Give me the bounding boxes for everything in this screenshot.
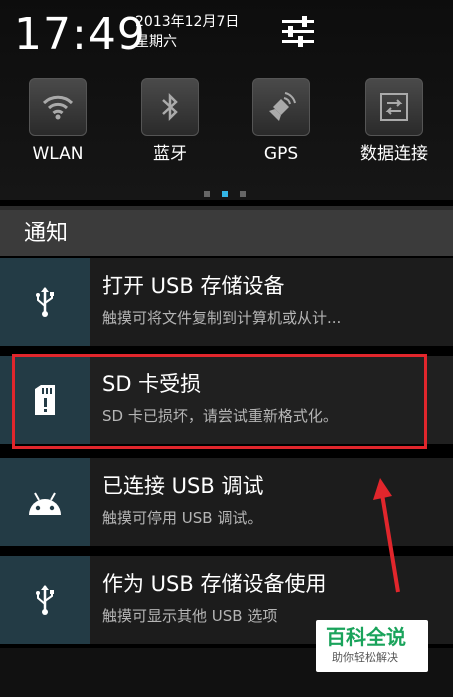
- quick-setting-label: 蓝牙: [153, 144, 187, 164]
- watermark-logo: 百科全说 助你轻松解决: [316, 620, 428, 672]
- notification-separator: [0, 452, 453, 454]
- settings-button[interactable]: [278, 14, 318, 50]
- notification-subtitle: 触摸可停用 USB 调试。: [102, 509, 263, 527]
- clock: 17:49: [14, 9, 146, 60]
- watermark-subtitle: 助你轻松解决: [332, 651, 398, 664]
- arrow-annotation-icon: [373, 478, 400, 593]
- quick-setting-label: 数据连接: [360, 144, 428, 164]
- page-indicator: [200, 191, 260, 199]
- notification-title: 作为 USB 存储设备使用: [102, 572, 327, 596]
- page-dot-active: [222, 191, 228, 197]
- page-dot: [204, 191, 210, 197]
- quick-settings-row: WLAN 蓝牙 GPS 数据连接: [0, 78, 453, 178]
- weekday-text: 星期六: [135, 34, 177, 50]
- date-block: 2013年12月7日 星期六: [135, 12, 239, 52]
- notification-title: 打开 USB 存储设备: [102, 274, 285, 298]
- usb-icon: [0, 258, 90, 346]
- watermark-title: 百科全说: [326, 625, 406, 649]
- quick-setting-wlan[interactable]: WLAN: [3, 78, 113, 165]
- quick-setting-data[interactable]: 数据连接: [339, 78, 449, 165]
- data-connection-icon: [365, 78, 423, 136]
- notification-subtitle: 触摸可将文件复制到计算机或从计...: [102, 309, 342, 327]
- date-text: 2013年12月7日: [135, 14, 240, 30]
- sliders-icon: [282, 16, 314, 47]
- notification-title: 已连接 USB 调试: [102, 474, 264, 498]
- quick-setting-label: GPS: [263, 144, 299, 164]
- quick-setting-bluetooth[interactable]: 蓝牙: [115, 78, 225, 165]
- usb-icon: [0, 556, 90, 644]
- notifications-header: 通知: [0, 210, 453, 256]
- quick-setting-gps[interactable]: GPS: [226, 78, 336, 165]
- page-dot: [240, 191, 246, 197]
- android-icon: [0, 458, 90, 546]
- highlight-annotation-box: [12, 354, 427, 449]
- notification-separator: [0, 346, 453, 348]
- wifi-icon: [29, 78, 87, 136]
- notification-usb-storage[interactable]: 打开 USB 存储设备 触摸可将文件复制到计算机或从计...: [0, 258, 453, 346]
- quick-setting-label: WLAN: [32, 144, 84, 164]
- bluetooth-icon: [141, 78, 199, 136]
- notifications-header-label: 通知: [24, 221, 69, 246]
- notification-subtitle: 触摸可显示其他 USB 选项: [102, 607, 278, 625]
- gps-icon: [252, 78, 310, 136]
